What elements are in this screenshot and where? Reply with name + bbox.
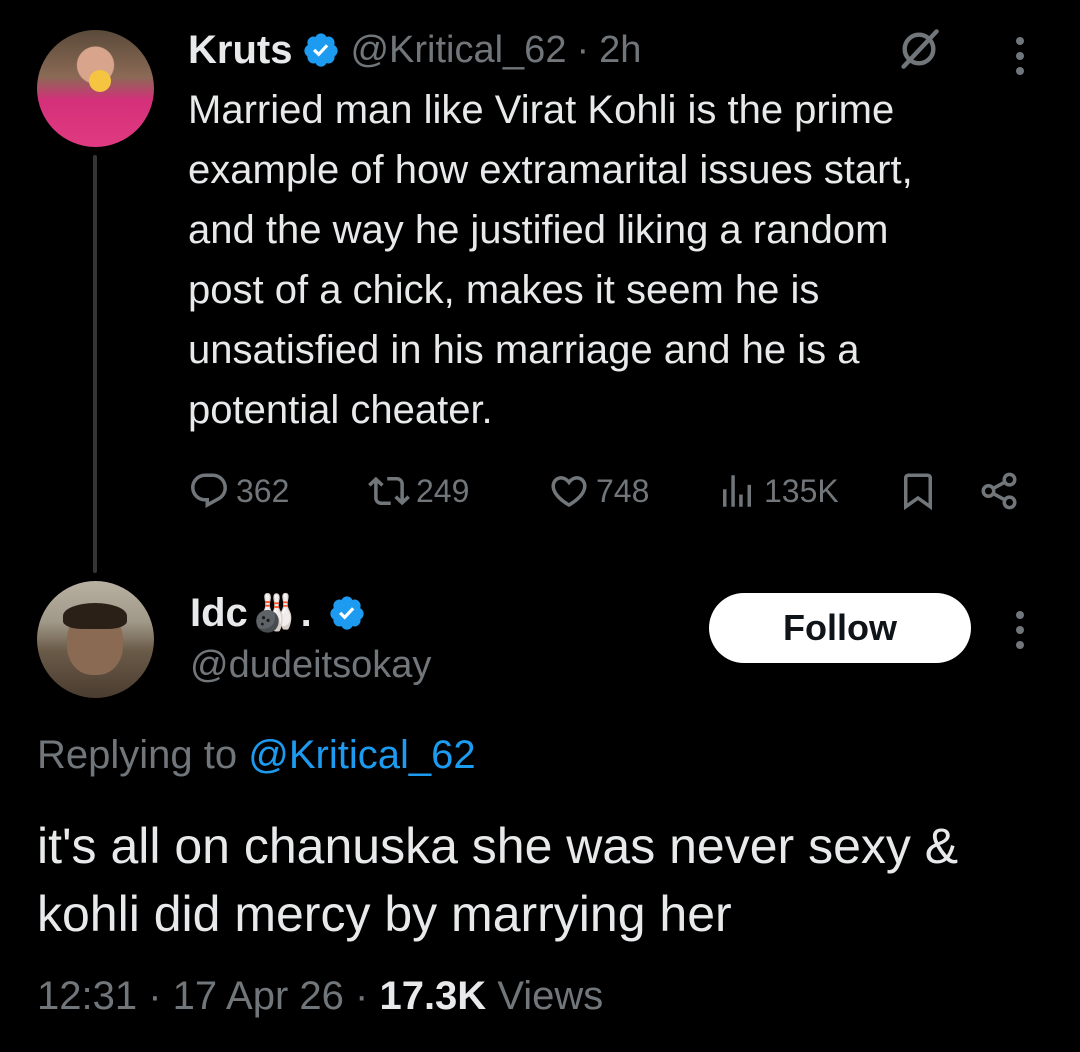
repost-action[interactable]: 249 xyxy=(368,470,469,512)
bookmark-icon[interactable] xyxy=(897,470,939,512)
reply-action[interactable]: 362 xyxy=(188,470,289,512)
reply-tweet-text: it's all on chanuska she was never sexy … xyxy=(37,818,959,942)
name-suffix: . xyxy=(300,590,312,635)
more-options-icon[interactable] xyxy=(1015,37,1025,75)
verified-badge-icon xyxy=(330,596,364,630)
tweet-meta: 12:31 · 17 Apr 26 · 17.3K Views xyxy=(37,974,603,1019)
views-action[interactable]: 135K xyxy=(716,470,839,512)
views-label: Views xyxy=(486,974,604,1018)
time-separator: · xyxy=(576,28,590,71)
meta-separator: · xyxy=(343,974,380,1018)
like-icon xyxy=(551,476,587,508)
repost-count: 249 xyxy=(416,472,470,509)
more-options-icon[interactable] xyxy=(1015,611,1025,649)
parent-header: Kruts @Kritical_62 · 2h xyxy=(188,20,641,80)
reply-author-name[interactable]: Idc xyxy=(190,591,248,636)
tweet-time[interactable]: 12:31 xyxy=(37,974,137,1018)
bowling-emoji: 🎳 xyxy=(251,592,297,633)
author-handle[interactable]: @Kritical_62 xyxy=(350,29,566,72)
replying-to-handle-link[interactable]: @Kritical_62 xyxy=(248,733,475,777)
like-count: 748 xyxy=(596,472,650,509)
author-name[interactable]: Kruts xyxy=(188,28,292,73)
views-count: 135K xyxy=(764,472,839,509)
avatar-idc[interactable] xyxy=(37,581,154,698)
avatar-kruts[interactable] xyxy=(37,30,154,147)
like-action[interactable]: 748 xyxy=(548,470,649,512)
verified-badge-icon xyxy=(304,33,339,67)
replying-to-prefix: Replying to xyxy=(37,733,249,777)
reply-author-handle[interactable]: @dudeitsokay xyxy=(190,644,431,687)
reply-count: 362 xyxy=(236,472,290,509)
views-count: 17.3K xyxy=(379,974,487,1018)
follow-button[interactable]: Follow xyxy=(709,593,971,663)
tweet-time[interactable]: 2h xyxy=(599,29,641,72)
replying-to: Replying to @Kritical_62 xyxy=(37,733,476,778)
reply-author-name-row: Idc 🎳 . xyxy=(190,585,366,641)
reply-icon xyxy=(191,473,227,508)
repost-icon xyxy=(368,476,410,506)
share-icon[interactable] xyxy=(978,470,1020,512)
views-icon xyxy=(723,475,751,507)
tweet-date[interactable]: 17 Apr 26 xyxy=(173,974,344,1018)
grok-slash-icon[interactable] xyxy=(897,27,941,71)
meta-separator: · xyxy=(137,974,173,1018)
parent-tweet-text: Married man like Virat Kohli is the prim… xyxy=(188,88,913,432)
thread-line xyxy=(93,155,97,573)
